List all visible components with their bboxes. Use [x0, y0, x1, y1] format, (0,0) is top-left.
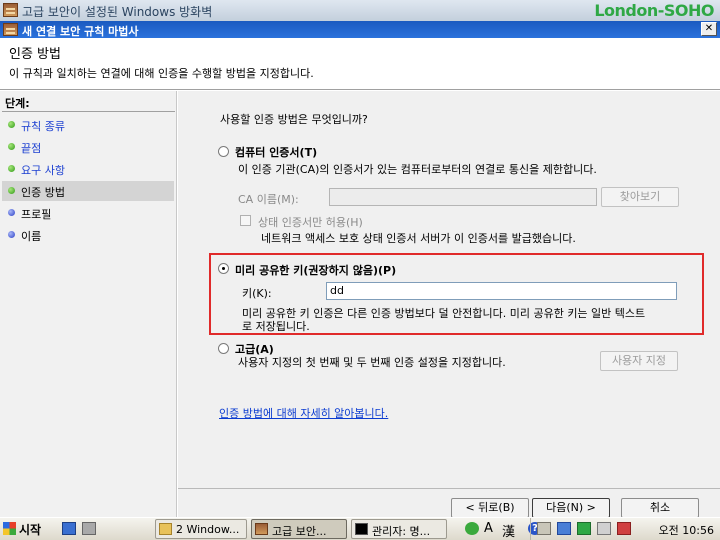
next-button[interactable]: 다음(N) >	[532, 498, 610, 518]
cancel-button[interactable]: 취소	[621, 498, 699, 518]
taskbar-item-cmd[interactable]: 관리자: 명...	[351, 519, 447, 539]
clock: 오전 10:56	[658, 524, 714, 537]
network-icon[interactable]	[557, 522, 571, 535]
advanced-desc: 사용자 지정의 첫 번째 및 두 번째 인증 설정을 지정합니다.	[238, 356, 506, 369]
watermark-text: London-SOHO	[594, 1, 714, 20]
firewall-icon	[255, 523, 268, 535]
taskbar-item-firewall[interactable]: 고급 보안...	[251, 519, 347, 539]
green-dot-icon	[8, 143, 15, 150]
wizard-titlebar: 새 연결 보안 규칙 마법사 ✕	[0, 21, 720, 38]
step-profile: 프로필	[2, 203, 174, 223]
computer-cert-desc: 이 인증 기관(CA)의 인증서가 있는 컴퓨터로부터의 연결로 통신을 제한합…	[238, 163, 597, 176]
ca-name-label: CA 이름(M):	[238, 193, 299, 206]
show-desktop-icon[interactable]	[62, 522, 76, 535]
system-tray: 오전 10:56	[530, 518, 720, 540]
content-area: 사용할 인증 방법은 무엇입니까? 컴퓨터 인증서(T) 이 인증 기관(CA)…	[178, 91, 720, 518]
health-cert-desc: 네트워크 액세스 보호 상태 인증서 서버가 이 인증서를 발급했습니다.	[261, 232, 576, 245]
firewall-app-icon	[3, 3, 18, 17]
blue-dot-icon	[8, 231, 15, 238]
green-dot-icon	[8, 121, 15, 128]
step-requirements[interactable]: 요구 사항	[2, 159, 174, 179]
preshared-desc-line2: 로 저장됩니다.	[242, 320, 310, 333]
green-dot-icon	[8, 187, 15, 194]
step-label: 요구 사항	[21, 164, 65, 177]
steps-panel: 단계: 규칙 종류 끝점 요구 사항 인증 방법 프로필 이름	[0, 91, 177, 517]
preshared-key-label[interactable]: 미리 공유한 키(권장하지 않음)(P)	[235, 262, 396, 278]
parent-window-titlebar: 고급 보안이 설정된 Windows 방화벽 London-SOHO	[0, 0, 720, 21]
step-label: 인증 방법	[21, 186, 65, 199]
security-icon[interactable]	[577, 522, 591, 535]
steps-divider	[2, 111, 175, 112]
sound-icon[interactable]	[597, 522, 611, 535]
step-label: 끝점	[21, 142, 42, 155]
taskbar-item-label: 고급 보안...	[272, 525, 327, 538]
step-rule-type[interactable]: 규칙 종류	[2, 115, 174, 135]
computer-cert-radio[interactable]	[218, 146, 229, 157]
step-label: 규칙 종류	[21, 120, 65, 133]
taskbar: 시작 2 Window... 고급 보안... 관리자: 명... A 漢 ? …	[0, 517, 720, 540]
browse-button[interactable]: 찾아보기	[601, 187, 679, 207]
tray-options-icon[interactable]	[537, 522, 551, 535]
taskbar-item-label: 2 Window...	[176, 523, 240, 536]
language-bar-icon[interactable]	[465, 522, 479, 535]
start-label: 시작	[19, 523, 42, 537]
server-manager-icon[interactable]	[82, 522, 96, 535]
close-button[interactable]: ✕	[701, 22, 717, 36]
taskbar-item-label: 관리자: 명...	[372, 525, 431, 538]
health-cert-label[interactable]: 상태 인증서만 허용(H)	[258, 214, 363, 230]
preshared-key-input[interactable]: dd	[326, 282, 677, 300]
steps-heading: 단계:	[5, 97, 30, 110]
footer-divider	[178, 488, 720, 489]
start-button[interactable]: 시작	[2, 520, 46, 538]
wizard-header: 인증 방법 이 규칙과 일치하는 연결에 대해 인증을 수행할 방법을 지정합니…	[0, 38, 720, 90]
page-subtitle: 이 규칙과 일치하는 연결에 대해 인증을 수행할 방법을 지정합니다.	[9, 67, 314, 80]
step-endpoints[interactable]: 끝점	[2, 137, 174, 157]
step-label: 이름	[21, 230, 42, 243]
back-button[interactable]: < 뒤로(B)	[451, 498, 529, 518]
green-dot-icon	[8, 165, 15, 172]
ca-name-input[interactable]	[329, 188, 597, 206]
parent-window-title: 고급 보안이 설정된 Windows 방화벽	[22, 5, 213, 19]
taskbar-item-explorer[interactable]: 2 Window...	[155, 519, 247, 539]
windows-logo-icon	[3, 522, 16, 535]
computer-cert-label[interactable]: 컴퓨터 인증서(T)	[235, 144, 317, 160]
step-name: 이름	[2, 225, 174, 245]
key-label: 키(K):	[242, 287, 272, 300]
ime-hanja-mode[interactable]: 漢	[502, 521, 515, 540]
wizard-app-icon	[3, 23, 18, 36]
cmd-icon	[355, 523, 368, 535]
question-text: 사용할 인증 방법은 무엇입니까?	[220, 113, 368, 126]
wizard-title: 새 연결 보안 규칙 마법사	[22, 25, 139, 38]
custom-button[interactable]: 사용자 지정	[600, 351, 678, 371]
folder-icon	[159, 523, 172, 535]
step-label: 프로필	[21, 208, 52, 221]
blue-dot-icon	[8, 209, 15, 216]
health-cert-checkbox[interactable]	[240, 215, 251, 226]
ime-alpha-mode[interactable]: A	[484, 521, 493, 536]
alert-icon[interactable]	[617, 522, 631, 535]
learn-more-link[interactable]: 인증 방법에 대해 자세히 알아봅니다.	[219, 405, 388, 421]
preshared-key-radio[interactable]	[218, 263, 229, 274]
page-title: 인증 방법	[9, 47, 61, 62]
advanced-radio[interactable]	[218, 343, 229, 354]
step-authentication: 인증 방법	[2, 181, 174, 201]
